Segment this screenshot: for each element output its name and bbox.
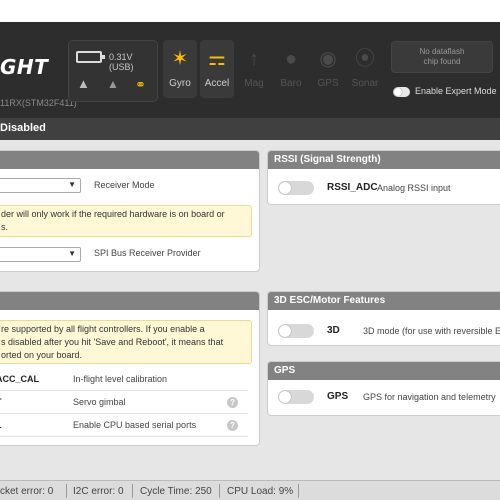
rssi-adc-name: RSSI_ADC: [327, 182, 378, 193]
chevron-down-icon: ▼: [68, 180, 76, 189]
3d-mode-name: 3D: [327, 325, 340, 336]
features-info-note: re supported by all flight controllers. …: [0, 320, 252, 364]
receiver-warning-line1: der will only work if the required hardw…: [1, 209, 225, 219]
features-panel-header: [0, 292, 259, 310]
status-footer: cket error: 0 I2C error: 0 Cycle Time: 2…: [0, 480, 500, 500]
footer-divider: [132, 484, 133, 498]
header-top-band: [0, 0, 500, 22]
esc-panel-title: 3D ESC/Motor Features: [268, 292, 500, 310]
feature-row: ACC_CAL In-flight level calibration: [0, 369, 248, 391]
top-header: GHT 11RX(STM32F411) 0.31V (USB) ▲ ▲ ⚭ ✶ …: [0, 0, 500, 118]
feature-row: L Enable CPU based serial ports ?: [0, 415, 248, 437]
gps-icon: ◉: [319, 48, 337, 70]
battery-voltage: 0.31V (USB): [109, 52, 134, 72]
footer-divider: [66, 484, 67, 498]
receiver-mode-label: Receiver Mode: [94, 180, 155, 190]
feature-name: T: [0, 397, 2, 407]
feature-description: Enable CPU based serial ports: [73, 420, 197, 430]
sonar-icon: ⦿: [355, 48, 375, 70]
cpu-load-status: CPU Load: 9%: [227, 486, 294, 497]
receiver-panel-header: [0, 151, 259, 169]
chevron-down-icon: ▼: [68, 249, 76, 258]
sensor-label: Accel: [204, 78, 230, 89]
gps-panel-title: GPS: [268, 362, 500, 380]
help-icon[interactable]: ?: [227, 420, 238, 431]
sensor-baro: ● Baro: [274, 40, 308, 98]
receiver-mode-select[interactable]: ▼: [0, 178, 81, 193]
sensor-label: Sonar: [351, 78, 379, 89]
features-panel: re supported by all flight controllers. …: [0, 291, 260, 446]
sensor-label: Mag: [244, 78, 264, 89]
footer-divider: [219, 484, 220, 498]
sensor-label: Gyro: [169, 78, 191, 89]
gyro-icon: ✶: [171, 48, 189, 70]
failsafe-icon: ▲: [107, 77, 119, 91]
features-note-line3: orted on your board.: [1, 350, 83, 360]
board-info: 11RX(STM32F411): [0, 98, 77, 108]
sensor-gyro: ✶ Gyro: [163, 40, 197, 98]
gps-name: GPS: [327, 391, 349, 402]
3d-mode-description: 3D mode (for use with reversible ES: [363, 326, 500, 336]
warning-icon: ▲: [77, 76, 90, 91]
link-icon[interactable]: ⚭: [135, 77, 146, 93]
gps-description: GPS for navigation and telemetry: [363, 392, 496, 402]
armed-status-text: Disabled: [0, 122, 46, 134]
spi-provider-select[interactable]: ▼: [0, 247, 81, 262]
sensor-label: GPS: [317, 78, 339, 89]
battery-status-box: 0.31V (USB) ▲ ▲ ⚭: [68, 40, 158, 102]
rssi-adc-description: Analog RSSI input: [377, 183, 451, 193]
cycle-time-status: Cycle Time: 250: [140, 486, 212, 497]
gps-panel: GPS GPS GPS for navigation and telemetry: [267, 361, 500, 416]
armed-status-strip: Disabled: [0, 118, 500, 140]
rssi-adc-toggle[interactable]: [278, 181, 314, 195]
accel-icon: ⚎: [208, 48, 226, 70]
app-logo: GHT: [0, 55, 49, 79]
sensor-gps: ◉ GPS: [311, 40, 345, 98]
feature-description: In-flight level calibration: [73, 374, 168, 384]
feature-name: L: [0, 420, 2, 430]
packet-error-status: cket error: 0: [0, 486, 54, 497]
receiver-warning-line2: s.: [1, 222, 9, 232]
dataflash-line2: chip found: [423, 57, 461, 66]
sensor-mag: ↑ Mag: [237, 40, 271, 98]
battery-icon: [76, 51, 105, 63]
sensor-status-bar: ✶ Gyro ⚎ Accel ↑ Mag ● Baro ◉ GPS ⦿ Sona…: [163, 40, 383, 102]
dataflash-status: No dataflash chip found: [391, 41, 493, 73]
mag-icon: ↑: [249, 48, 259, 70]
expert-mode-toggle[interactable]: [393, 87, 410, 97]
esc-motor-panel: 3D ESC/Motor Features 3D 3D mode (for us…: [267, 291, 500, 346]
rssi-panel: RSSI (Signal Strength) RSSI_ADC Analog R…: [267, 150, 500, 205]
sensor-sonar: ⦿ Sonar: [348, 40, 382, 98]
i2c-error-status: I2C error: 0: [73, 486, 124, 497]
feature-row: T Servo gimbal ?: [0, 392, 248, 414]
gps-toggle[interactable]: [278, 390, 314, 404]
features-note-line2: s disabled after you hit 'Save and Reboo…: [1, 337, 224, 347]
features-note-line1: re supported by all flight controllers. …: [1, 324, 205, 334]
sensor-accel: ⚎ Accel: [200, 40, 234, 98]
feature-name: ACC_CAL: [0, 374, 40, 384]
receiver-panel: ▼ Receiver Mode der will only work if th…: [0, 150, 260, 272]
receiver-warning-note: der will only work if the required hardw…: [0, 205, 252, 237]
spi-provider-label: SPI Bus Receiver Provider: [94, 248, 201, 258]
dataflash-line1: No dataflash: [419, 47, 465, 56]
feature-description: Servo gimbal: [73, 397, 126, 407]
sensor-label: Baro: [280, 78, 302, 89]
help-icon[interactable]: ?: [227, 397, 238, 408]
baro-icon: ●: [284, 48, 298, 70]
rssi-panel-title: RSSI (Signal Strength): [268, 151, 500, 169]
3d-mode-toggle[interactable]: [278, 324, 314, 338]
footer-divider: [298, 484, 299, 498]
expert-mode-label: Enable Expert Mode: [415, 86, 497, 96]
